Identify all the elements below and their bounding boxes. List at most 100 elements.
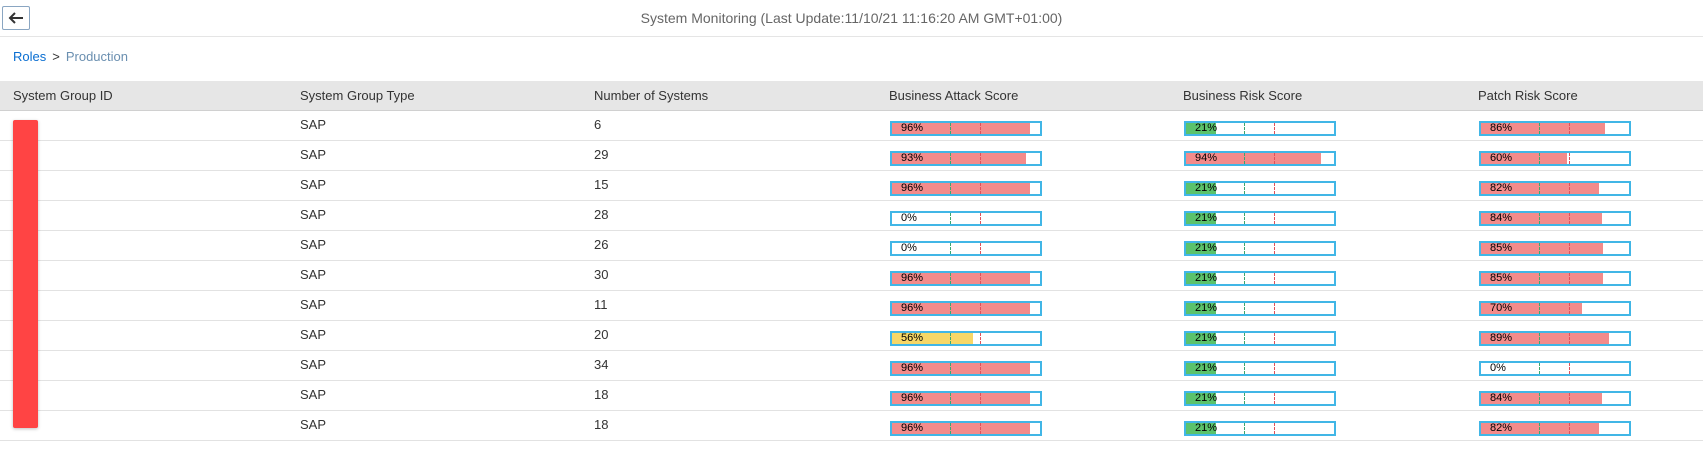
patch-risk-score-bar-label: 82% xyxy=(1490,422,1513,434)
business-attack-score-bar: 0% xyxy=(890,211,1042,226)
business-risk-score-bar: 21% xyxy=(1184,301,1336,316)
business-risk-score-bar-threshold-marker xyxy=(1244,393,1245,404)
business-risk-score-bar-threshold-marker xyxy=(1274,363,1275,374)
business-attack-score-bar: 0% xyxy=(890,241,1042,256)
business-attack-score-bar-threshold-marker xyxy=(950,333,951,344)
business-attack-score-bar: 96% xyxy=(890,121,1042,136)
patch-risk-score-bar-threshold-marker xyxy=(1539,153,1540,164)
business-attack-score-bar-threshold-marker xyxy=(980,333,981,344)
table-row[interactable]: SAP 28 0% 21% 84% xyxy=(0,201,1703,231)
business-attack-score-bar-threshold-marker xyxy=(950,213,951,224)
table-row[interactable]: SAP 20 56% 21% 89% xyxy=(0,321,1703,351)
business-risk-score-bar-label: 94% xyxy=(1195,152,1218,164)
breadcrumb-separator: > xyxy=(52,49,60,64)
system-group-type-cell: SAP xyxy=(300,147,327,162)
business-attack-score-bar-label: 0% xyxy=(901,242,917,254)
business-risk-score-bar-threshold-marker xyxy=(1244,153,1245,164)
business-risk-score-bar-threshold-marker xyxy=(1244,363,1245,374)
business-risk-score-bar-threshold-marker xyxy=(1274,333,1275,344)
business-attack-score-bar-label: 96% xyxy=(901,392,924,404)
system-group-type-cell: SAP xyxy=(300,387,327,402)
business-risk-score-bar-threshold-marker xyxy=(1274,123,1275,134)
business-risk-score-bar: 21% xyxy=(1184,121,1336,136)
business-attack-score-bar-label: 96% xyxy=(901,122,924,134)
business-risk-score-bar-threshold-marker xyxy=(1244,123,1245,134)
business-attack-score-bar-threshold-marker xyxy=(950,273,951,284)
breadcrumb-current: Production xyxy=(65,49,128,64)
table-row[interactable]: SAP 34 96% 21% 0% xyxy=(0,351,1703,381)
business-attack-score-bar-threshold-marker xyxy=(980,363,981,374)
business-risk-score-bar: 21% xyxy=(1184,271,1336,286)
patch-risk-score-bar: 89% xyxy=(1479,331,1631,346)
business-risk-score-bar-label: 21% xyxy=(1195,392,1218,404)
table-row[interactable]: SAP 18 96% 21% 82% xyxy=(0,411,1703,441)
patch-risk-score-bar-threshold-marker xyxy=(1539,393,1540,404)
patch-risk-score-bar: 84% xyxy=(1479,211,1631,226)
business-risk-score-bar-threshold-marker xyxy=(1274,423,1275,434)
business-risk-score-bar-label: 21% xyxy=(1195,242,1218,254)
system-group-type-cell: SAP xyxy=(300,267,327,282)
column-header-patch-risk-score[interactable]: Patch Risk Score xyxy=(1478,88,1578,103)
patch-risk-score-bar-threshold-marker xyxy=(1539,273,1540,284)
business-attack-score-bar-threshold-marker xyxy=(980,423,981,434)
business-attack-score-bar-label: 96% xyxy=(901,182,924,194)
table-row[interactable]: SAP 15 96% 21% 82% xyxy=(0,171,1703,201)
column-header-business-risk-score[interactable]: Business Risk Score xyxy=(1183,88,1302,103)
business-attack-score-bar: 96% xyxy=(890,271,1042,286)
business-attack-score-bar-label: 96% xyxy=(901,302,924,314)
business-risk-score-bar: 21% xyxy=(1184,421,1336,436)
number-of-systems-cell: 11 xyxy=(594,297,608,312)
business-attack-score-bar-label: 96% xyxy=(901,272,924,284)
business-risk-score-bar-threshold-marker xyxy=(1274,303,1275,314)
patch-risk-score-bar-label: 89% xyxy=(1490,332,1513,344)
business-risk-score-bar-threshold-marker xyxy=(1274,153,1275,164)
business-risk-score-bar: 94% xyxy=(1184,151,1336,166)
business-risk-score-bar-threshold-marker xyxy=(1244,303,1245,314)
table-row[interactable]: SAP 18 96% 21% 84% xyxy=(0,381,1703,411)
system-group-type-cell: SAP xyxy=(300,297,327,312)
business-attack-score-bar-threshold-marker xyxy=(980,183,981,194)
column-header-system-group-type[interactable]: System Group Type xyxy=(300,88,415,103)
patch-risk-score-bar: 85% xyxy=(1479,271,1631,286)
patch-risk-score-bar-threshold-marker xyxy=(1569,273,1570,284)
column-header-business-attack-score[interactable]: Business Attack Score xyxy=(889,88,1018,103)
column-header-number-of-systems[interactable]: Number of Systems xyxy=(594,88,708,103)
business-attack-score-bar-threshold-marker xyxy=(950,393,951,404)
table-row[interactable]: SAP 29 93% 94% 60% xyxy=(0,141,1703,171)
number-of-systems-cell: 18 xyxy=(594,417,609,432)
number-of-systems-cell: 18 xyxy=(594,387,609,402)
table-row[interactable]: SAP 30 96% 21% 85% xyxy=(0,261,1703,291)
patch-risk-score-bar-label: 70% xyxy=(1490,302,1513,314)
table-row[interactable]: SAP 26 0% 21% 85% xyxy=(0,231,1703,261)
system-group-type-cell: SAP xyxy=(300,207,327,222)
business-risk-score-bar-threshold-marker xyxy=(1274,393,1275,404)
business-attack-score-bar-threshold-marker xyxy=(950,183,951,194)
business-attack-score-bar-threshold-marker xyxy=(980,243,981,254)
business-risk-score-bar-threshold-marker xyxy=(1274,183,1275,194)
patch-risk-score-bar-threshold-marker xyxy=(1539,333,1540,344)
business-attack-score-bar-threshold-marker xyxy=(950,423,951,434)
number-of-systems-cell: 6 xyxy=(594,117,602,132)
patch-risk-score-bar: 86% xyxy=(1479,121,1631,136)
breadcrumb: Roles > Production xyxy=(13,49,128,64)
business-risk-score-bar-threshold-marker xyxy=(1274,273,1275,284)
system-group-type-cell: SAP xyxy=(300,117,327,132)
patch-risk-score-bar-threshold-marker xyxy=(1569,213,1570,224)
business-risk-score-bar-label: 21% xyxy=(1195,182,1218,194)
patch-risk-score-bar-threshold-marker xyxy=(1569,183,1570,194)
business-attack-score-bar-threshold-marker xyxy=(980,303,981,314)
business-risk-score-bar: 21% xyxy=(1184,211,1336,226)
business-attack-score-bar-label: 56% xyxy=(901,332,924,344)
redaction-block xyxy=(13,120,38,428)
patch-risk-score-bar-threshold-marker xyxy=(1539,303,1540,314)
business-attack-score-bar-threshold-marker xyxy=(950,243,951,254)
breadcrumb-roles-link[interactable]: Roles xyxy=(13,49,46,64)
number-of-systems-cell: 28 xyxy=(594,207,609,222)
column-header-system-group-id[interactable]: System Group ID xyxy=(13,88,113,103)
patch-risk-score-bar-threshold-marker xyxy=(1539,123,1540,134)
table-row[interactable]: SAP 11 96% 21% 70% xyxy=(0,291,1703,321)
table-row[interactable]: SAP 6 96% 21% 86% xyxy=(0,111,1703,141)
business-attack-score-bar: 96% xyxy=(890,391,1042,406)
business-risk-score-bar-label: 21% xyxy=(1195,212,1218,224)
business-attack-score-bar: 96% xyxy=(890,421,1042,436)
